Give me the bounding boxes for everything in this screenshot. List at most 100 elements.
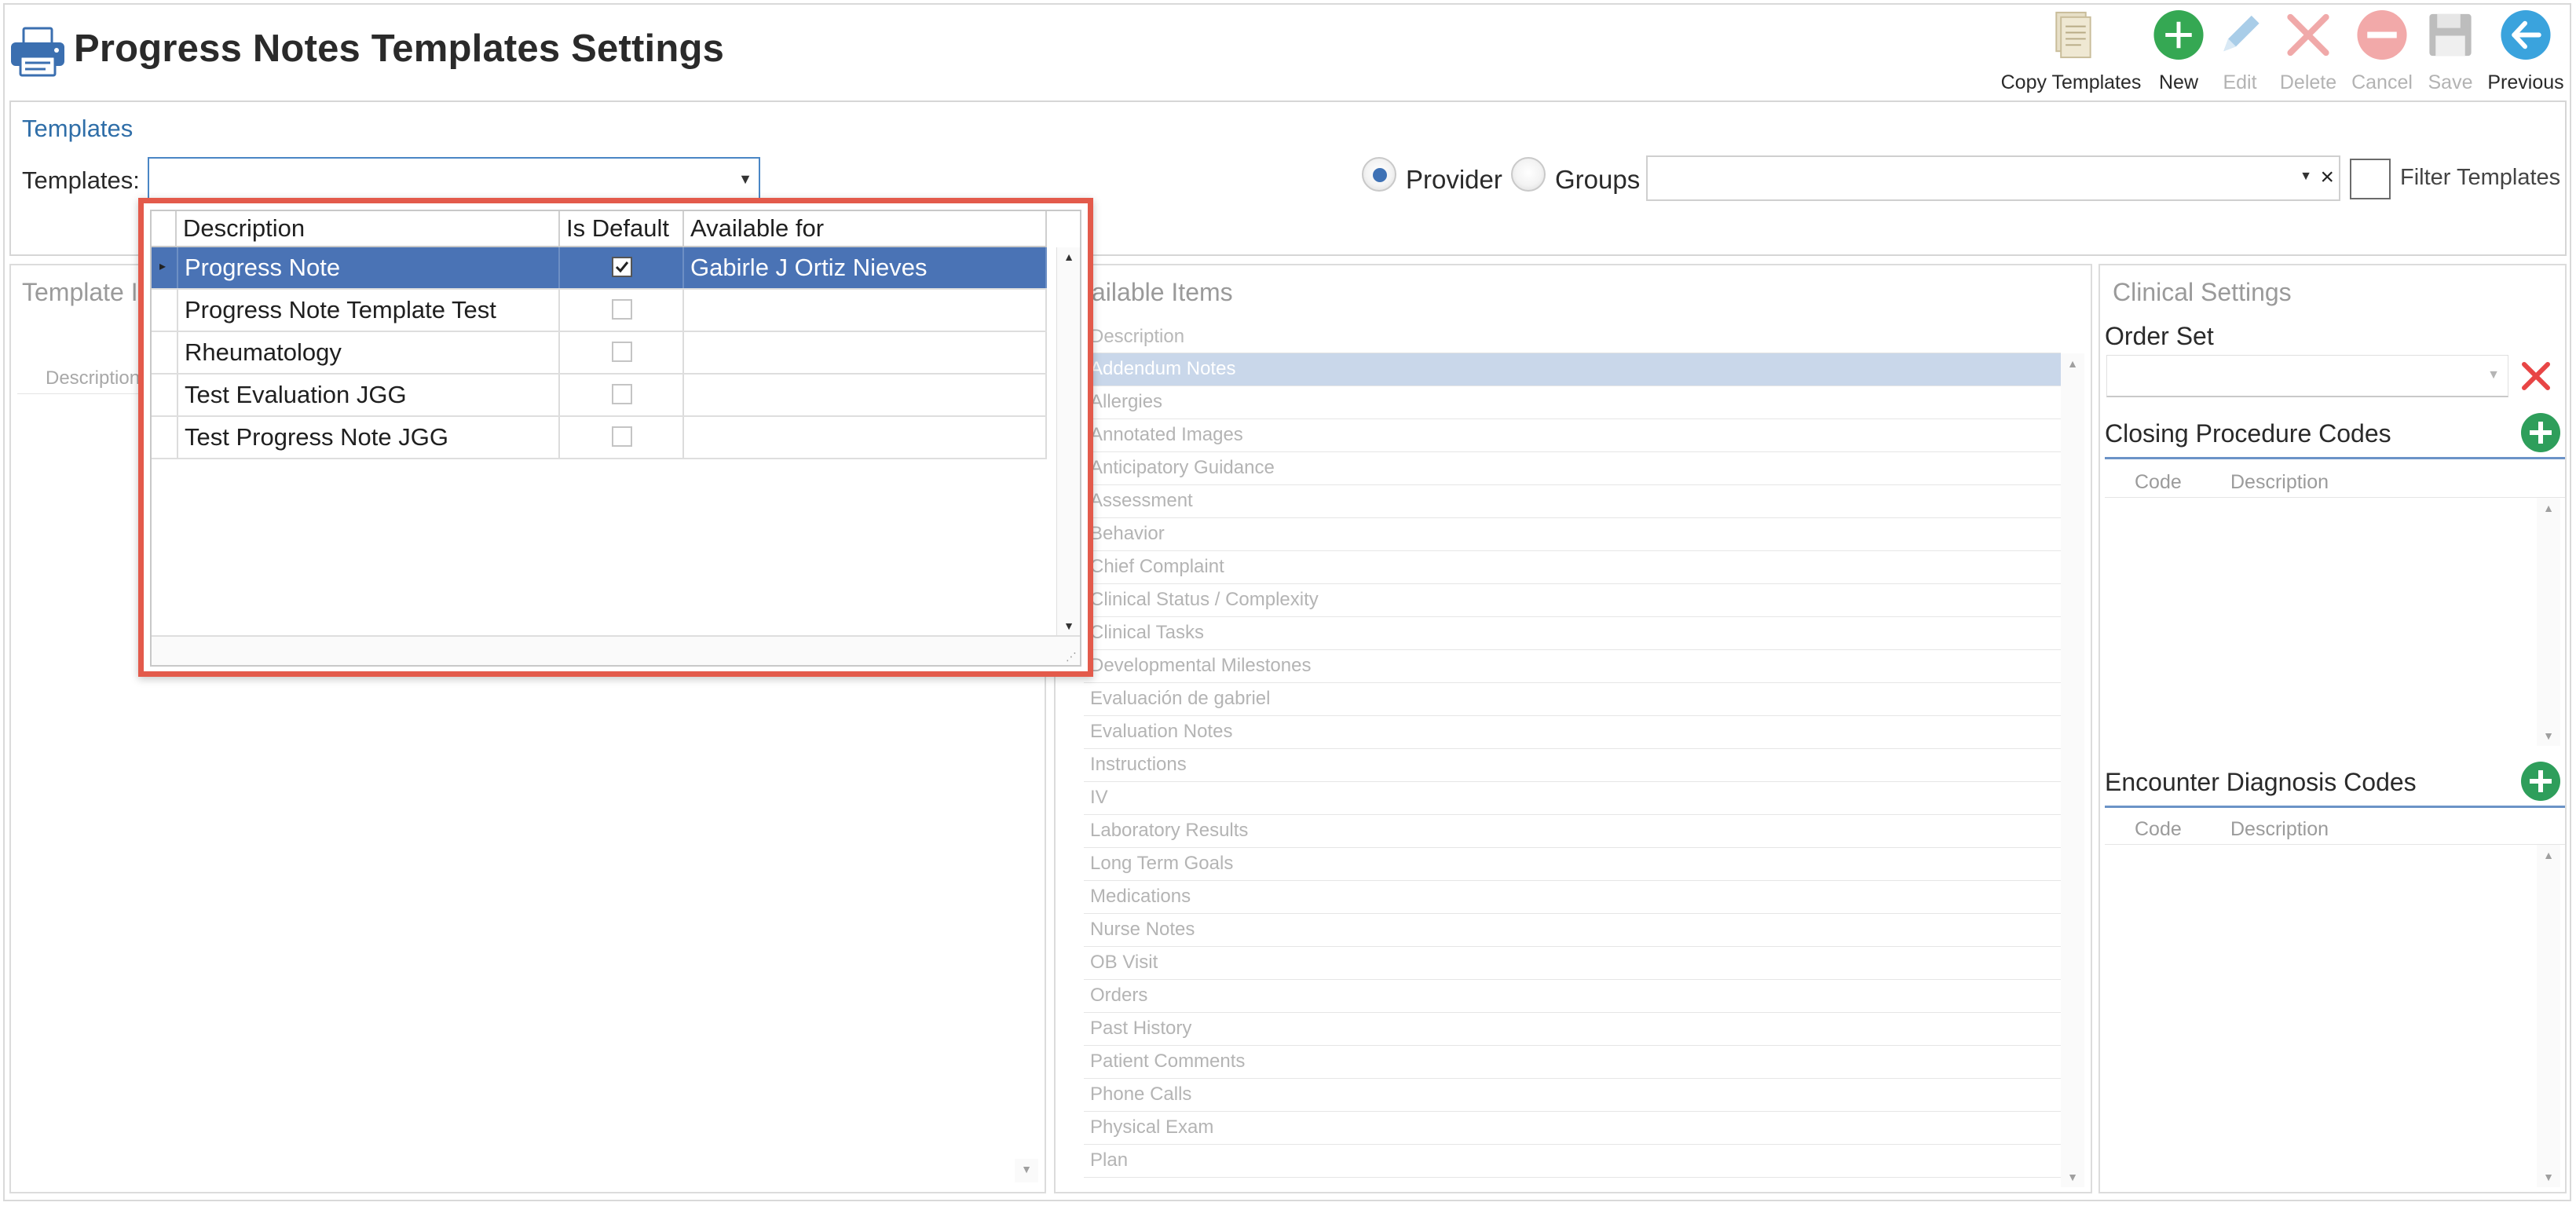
- chevron-down-icon[interactable]: ▼: [2300, 170, 2312, 184]
- order-set-label: Order Set: [2105, 322, 2214, 350]
- available-item[interactable]: Evaluación de gabriel: [1084, 683, 2061, 716]
- is-default-cell: [560, 375, 684, 415]
- available-item[interactable]: Evaluation Notes: [1084, 716, 2061, 749]
- scroll-down-icon[interactable]: ▼: [2061, 1167, 2084, 1187]
- dropdown-footer: ⋰: [152, 635, 1080, 665]
- templates-combobox[interactable]: ▼: [148, 157, 760, 201]
- template-row[interactable]: Test Evaluation JGG: [152, 375, 1047, 417]
- dropdown-grid-header: Description Is Default Available for: [152, 211, 1047, 247]
- templates-dropdown-grid: Description Is Default Available for ▸ P…: [150, 210, 1081, 667]
- resize-grip-icon[interactable]: ⋰: [1066, 650, 1077, 663]
- order-set-combobox[interactable]: ▼: [2106, 355, 2508, 397]
- checked-checkbox-icon[interactable]: [612, 257, 632, 277]
- available-item[interactable]: Nurse Notes: [1084, 914, 2061, 947]
- provider-radio[interactable]: [1362, 157, 1396, 192]
- cancel-button[interactable]: Cancel: [2350, 8, 2414, 94]
- available-item[interactable]: Medications: [1084, 881, 2061, 914]
- dropdown-scrollbar[interactable]: ▲ ▼: [1056, 247, 1080, 637]
- templates-dropdown-popup: Description Is Default Available for ▸ P…: [138, 198, 1093, 677]
- is-default-cell: [560, 417, 684, 458]
- available-item[interactable]: Orders: [1084, 980, 2061, 1013]
- template-row[interactable]: Test Progress Note JGG: [152, 417, 1047, 459]
- provider-combobox[interactable]: ▼ ×: [1646, 155, 2340, 201]
- scroll-up-icon[interactable]: ▲: [2537, 498, 2560, 518]
- available-item[interactable]: Clinical Tasks: [1084, 617, 2061, 650]
- template-row[interactable]: ▸ Progress Note Gabirle J Ortiz Nieves: [152, 247, 1047, 290]
- previous-label: Previous: [2487, 71, 2564, 93]
- clear-order-set-icon[interactable]: [2519, 360, 2552, 393]
- template-description: Progress Note Template Test: [177, 290, 560, 331]
- available-item[interactable]: IV: [1084, 782, 2061, 815]
- clear-icon[interactable]: ×: [2320, 162, 2334, 193]
- available-items-list: Addendum Notes Allergies Annotated Image…: [1084, 353, 2061, 1187]
- available-item[interactable]: Plan: [1084, 1145, 2061, 1178]
- available-item[interactable]: Laboratory Results: [1084, 815, 2061, 848]
- chevron-down-icon[interactable]: ▼: [732, 159, 759, 199]
- unchecked-checkbox[interactable]: [612, 384, 632, 404]
- previous-button[interactable]: Previous: [2486, 8, 2565, 94]
- provider-radio-label: Provider: [1406, 165, 1502, 194]
- available-item[interactable]: Physical Exam: [1084, 1112, 2061, 1145]
- template-available-for: [684, 290, 1047, 331]
- scroll-down-icon[interactable]: ▼: [1015, 1159, 1038, 1179]
- unchecked-checkbox[interactable]: [612, 426, 632, 447]
- unchecked-checkbox[interactable]: [612, 299, 632, 320]
- available-item[interactable]: Addendum Notes: [1084, 353, 2061, 386]
- is-default-cell: [560, 290, 684, 331]
- template-row[interactable]: Progress Note Template Test: [152, 290, 1047, 332]
- template-row[interactable]: Rheumatology: [152, 332, 1047, 375]
- edit-button[interactable]: Edit: [2212, 8, 2268, 94]
- available-items-scrollbar[interactable]: ▲ ▼: [2061, 353, 2084, 1187]
- available-item[interactable]: Behavior: [1084, 518, 2061, 551]
- unchecked-checkbox[interactable]: [612, 342, 632, 362]
- available-items-title: vailable Items: [1079, 278, 1233, 306]
- scroll-up-icon[interactable]: ▲: [2537, 845, 2560, 865]
- encounter-diagnosis-codes-label: Encounter Diagnosis Codes: [2105, 768, 2417, 796]
- template-items-description-header: Description: [46, 367, 141, 389]
- template-description: Progress Note: [177, 247, 560, 288]
- available-item[interactable]: Past History: [1084, 1013, 2061, 1046]
- scroll-down-icon[interactable]: ▼: [2537, 1167, 2560, 1187]
- groups-radio-label: Groups: [1555, 165, 1641, 194]
- copy-templates-button[interactable]: Copy Templates: [2001, 8, 2141, 94]
- closing-procedure-codes-label: Closing Procedure Codes: [2105, 419, 2391, 448]
- template-available-for: [684, 417, 1047, 458]
- closing-codes-scrollbar[interactable]: ▲ ▼: [2537, 498, 2560, 746]
- available-item[interactable]: OB Visit: [1084, 947, 2061, 980]
- available-items-header: Description: [1084, 322, 2061, 353]
- available-item[interactable]: Phone Calls: [1084, 1079, 2061, 1112]
- scroll-down-icon[interactable]: ▼: [1057, 619, 1081, 632]
- template-items-title: Template I: [22, 278, 138, 306]
- template-description: Test Progress Note JGG: [177, 417, 560, 458]
- new-button[interactable]: New: [2150, 8, 2207, 94]
- delete-button[interactable]: Delete: [2278, 8, 2339, 94]
- is-default-column-header[interactable]: Is Default: [560, 211, 684, 246]
- available-item[interactable]: Anticipatory Guidance: [1084, 452, 2061, 485]
- closing-codes-grid-header: Code Description: [2105, 465, 2565, 498]
- available-item[interactable]: Assessment: [1084, 485, 2061, 518]
- available-item[interactable]: Instructions: [1084, 749, 2061, 782]
- scroll-up-icon[interactable]: ▲: [1057, 250, 1081, 263]
- available-item[interactable]: Developmental Milestones: [1084, 650, 2061, 683]
- add-diagnosis-code-icon[interactable]: [2519, 760, 2562, 802]
- description-column-header[interactable]: Description: [177, 211, 560, 246]
- chevron-down-icon[interactable]: ▼: [2487, 368, 2500, 382]
- available-item[interactable]: Long Term Goals: [1084, 848, 2061, 881]
- available-item[interactable]: Patient Comments: [1084, 1046, 2061, 1079]
- closing-codes-divider: [2105, 457, 2565, 459]
- available-item[interactable]: Chief Complaint: [1084, 551, 2061, 584]
- diagnosis-codes-scrollbar[interactable]: ▲ ▼: [2537, 845, 2560, 1187]
- available-item[interactable]: Allergies: [1084, 386, 2061, 419]
- scroll-down-icon[interactable]: ▼: [2537, 725, 2560, 746]
- scroll-up-icon[interactable]: ▲: [2061, 353, 2084, 374]
- add-closing-code-icon[interactable]: [2519, 411, 2562, 454]
- save-button[interactable]: Save: [2422, 8, 2479, 94]
- description-column-header: Description: [2230, 471, 2329, 493]
- template-items-scrollbar[interactable]: ▼: [1015, 1159, 1038, 1182]
- diagnosis-codes-grid-header: Code Description: [2105, 812, 2565, 845]
- available-for-column-header[interactable]: Available for: [684, 211, 1047, 246]
- groups-radio[interactable]: [1511, 157, 1546, 192]
- available-item[interactable]: Clinical Status / Complexity: [1084, 584, 2061, 617]
- filter-templates-checkbox[interactable]: [2350, 159, 2391, 199]
- available-item[interactable]: Annotated Images: [1084, 419, 2061, 452]
